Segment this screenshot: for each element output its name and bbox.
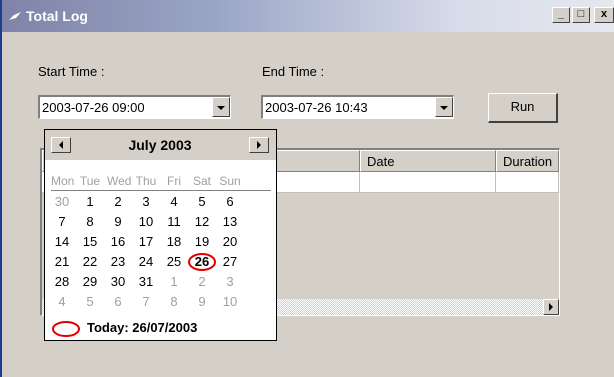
calendar-day[interactable]: 2 <box>107 194 129 209</box>
today-circle-icon <box>52 321 80 337</box>
calendar-day[interactable]: 3 <box>135 194 157 209</box>
start-time-label: Start Time : <box>38 64 105 79</box>
calendar-day[interactable]: 2 <box>191 274 213 289</box>
calendar-day[interactable]: 9 <box>107 214 129 229</box>
maximize-button[interactable]: □ <box>572 7 590 23</box>
calendar-day[interactable]: 1 <box>163 274 185 289</box>
calendar-day[interactable]: 12 <box>191 214 213 229</box>
close-button[interactable]: x <box>594 7 614 23</box>
run-button[interactable]: Run <box>488 93 558 123</box>
calendar-day[interactable]: 5 <box>79 294 101 309</box>
weekday-label: Thu <box>135 174 157 188</box>
scroll-right-button[interactable] <box>543 299 559 315</box>
calendar-day[interactable]: 6 <box>219 194 241 209</box>
calendar-day[interactable]: 13 <box>219 214 241 229</box>
arrow-right-icon <box>257 141 261 149</box>
calendar-day[interactable]: 9 <box>191 294 213 309</box>
calendar-prev-button[interactable] <box>51 137 71 153</box>
end-time-label: End Time : <box>262 64 325 79</box>
maximize-icon: □ <box>577 8 585 20</box>
calendar-day[interactable]: 30 <box>51 194 73 209</box>
chevron-down-icon[interactable] <box>435 97 453 117</box>
grid-cell[interactable] <box>496 172 559 193</box>
grid-header-date[interactable]: Date <box>360 150 496 172</box>
start-time-value: 2003-07-26 09:00 <box>42 100 145 115</box>
calendar-day[interactable]: 27 <box>219 254 241 269</box>
calendar-day[interactable]: 11 <box>163 214 185 229</box>
calendar-next-button[interactable] <box>249 137 269 153</box>
calendar-day[interactable]: 20 <box>219 234 241 249</box>
end-time-combo[interactable]: 2003-07-26 10:43 <box>261 95 454 119</box>
calendar-day[interactable]: 29 <box>79 274 101 289</box>
weekday-label: Sun <box>219 174 241 188</box>
calendar-dropdown[interactable]: July 2003 Mon Tue Wed Thu Fri Sat Sun 30 1 2 3 4 5 6… <box>44 129 277 341</box>
calendar-day[interactable]: 25 <box>163 254 185 269</box>
calendar-day[interactable]: 23 <box>107 254 129 269</box>
weekday-label: Wed <box>107 174 132 188</box>
app-icon <box>9 12 21 20</box>
calendar-day[interactable]: 5 <box>191 194 213 209</box>
calendar-header: July 2003 <box>45 130 276 160</box>
calendar-day-selected[interactable]: 26 <box>191 254 213 269</box>
calendar-day[interactable]: 8 <box>163 294 185 309</box>
calendar-day[interactable]: 18 <box>163 234 185 249</box>
calendar-day[interactable]: 17 <box>135 234 157 249</box>
chevron-down-icon[interactable] <box>212 97 230 117</box>
weekday-divider <box>51 190 271 191</box>
grid-header-duration[interactable]: Duration <box>496 150 559 172</box>
calendar-day[interactable]: 7 <box>51 214 73 229</box>
calendar-day[interactable]: 19 <box>191 234 213 249</box>
weekday-label: Fri <box>167 174 181 188</box>
calendar-day[interactable]: 7 <box>135 294 157 309</box>
calendar-day[interactable]: 10 <box>135 214 157 229</box>
calendar-day[interactable]: 24 <box>135 254 157 269</box>
weekday-label: Mon <box>51 174 75 188</box>
window-title: Total Log <box>26 8 88 24</box>
arrow-right-icon <box>549 303 553 311</box>
grid-cell[interactable] <box>360 172 496 193</box>
arrow-left-icon <box>59 141 63 149</box>
calendar-month-title[interactable]: July 2003 <box>105 137 215 153</box>
close-icon: x <box>600 8 608 20</box>
weekday-label: Tue <box>79 174 101 188</box>
calendar-day[interactable]: 30 <box>107 274 129 289</box>
calendar-day[interactable]: 28 <box>51 274 73 289</box>
title-bar[interactable]: Total Log _ □ x <box>2 0 614 32</box>
calendar-day[interactable]: 14 <box>51 234 73 249</box>
total-log-window: Total Log _ □ x Start Time : End Time : … <box>0 0 614 377</box>
calendar-day[interactable]: 16 <box>107 234 129 249</box>
end-time-value: 2003-07-26 10:43 <box>265 100 368 115</box>
calendar-day[interactable]: 10 <box>219 294 241 309</box>
calendar-day[interactable]: 15 <box>79 234 101 249</box>
today-link[interactable]: Today: 26/07/2003 <box>87 320 197 335</box>
calendar-day[interactable]: 4 <box>51 294 73 309</box>
calendar-day[interactable]: 21 <box>51 254 73 269</box>
minimize-icon: _ <box>557 8 565 20</box>
calendar-day[interactable]: 22 <box>79 254 101 269</box>
calendar-day[interactable]: 8 <box>79 214 101 229</box>
minimize-button[interactable]: _ <box>552 7 570 23</box>
weekday-label: Sat <box>192 174 211 188</box>
calendar-day[interactable]: 6 <box>107 294 129 309</box>
calendar-day[interactable]: 3 <box>219 274 241 289</box>
start-time-combo[interactable]: 2003-07-26 09:00 <box>38 95 231 119</box>
calendar-day[interactable]: 1 <box>79 194 101 209</box>
calendar-day[interactable]: 4 <box>163 194 185 209</box>
calendar-day[interactable]: 31 <box>135 274 157 289</box>
